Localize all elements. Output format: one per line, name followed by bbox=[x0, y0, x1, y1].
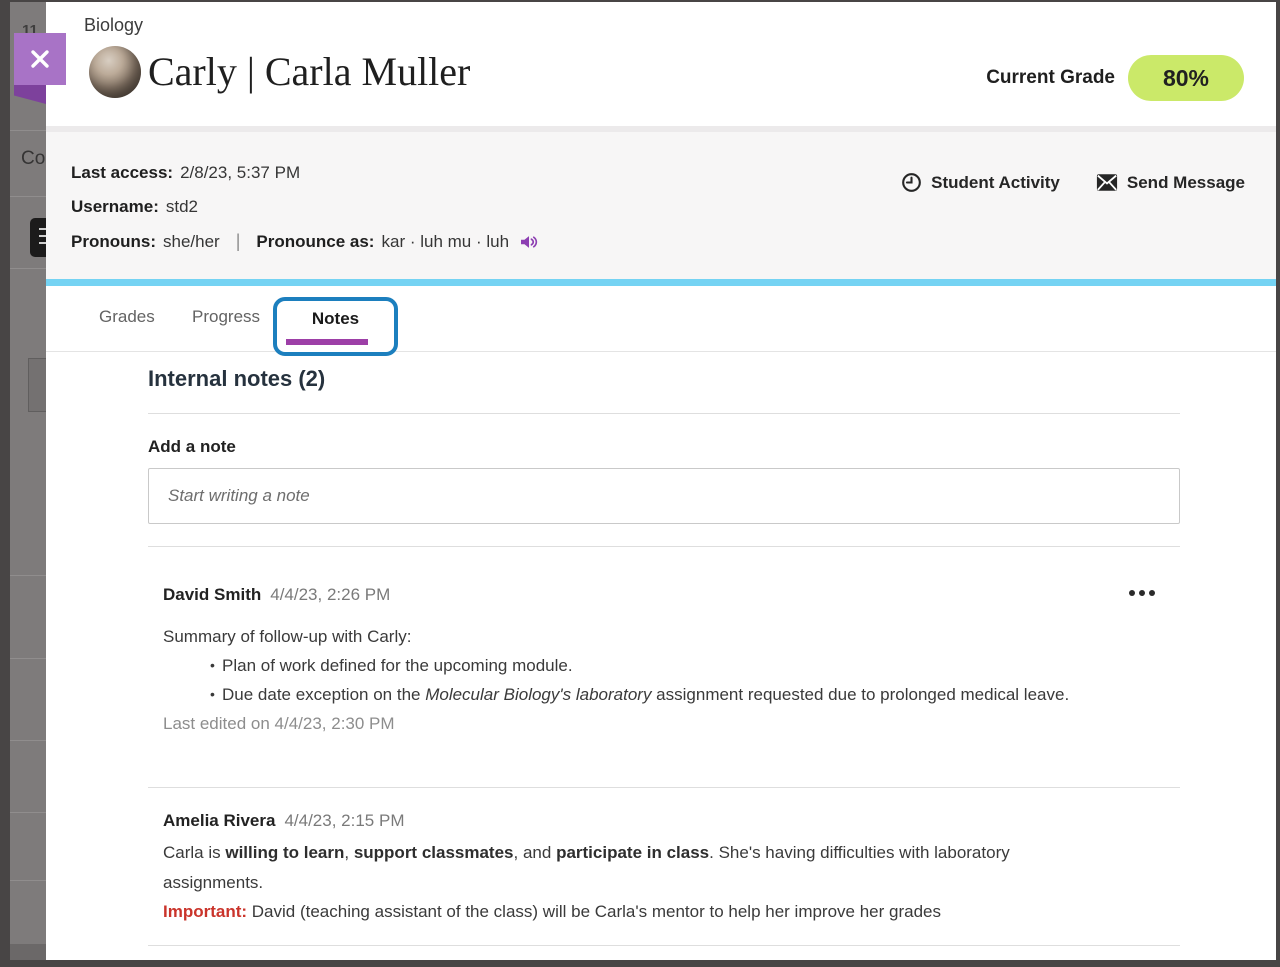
note-bullet-list: • Plan of work defined for the upcoming … bbox=[163, 651, 1069, 709]
username-value: std2 bbox=[166, 197, 198, 217]
note-bullet-item: • Plan of work defined for the upcoming … bbox=[163, 651, 1069, 680]
note-options-button[interactable] bbox=[1125, 586, 1159, 600]
screen: 11 Co Biology Carly | Carla Muller Curre… bbox=[0, 0, 1280, 967]
note-text: Due date exception on the bbox=[222, 685, 425, 704]
username-row: Username: std2 bbox=[71, 197, 198, 217]
pronouns-row: Pronouns: she/her | Pronounce as: kar · … bbox=[71, 231, 539, 252]
note-text: assignment requested due to prolonged me… bbox=[651, 685, 1069, 704]
envelope-icon bbox=[1096, 173, 1118, 192]
background-divider bbox=[10, 740, 46, 741]
close-icon bbox=[28, 47, 52, 71]
divider bbox=[148, 546, 1180, 547]
student-avatar bbox=[89, 46, 141, 98]
background-divider bbox=[10, 268, 46, 269]
background-divider bbox=[10, 812, 46, 813]
note-timestamp: 4/4/23, 2:26 PM bbox=[270, 585, 390, 604]
last-access-row: Last access: 2/8/23, 5:37 PM bbox=[71, 163, 300, 183]
background-input-edge bbox=[28, 358, 46, 412]
section-accent-bar bbox=[46, 279, 1276, 286]
student-info-band: Last access: 2/8/23, 5:37 PM Username: s… bbox=[46, 132, 1276, 279]
current-grade-label: Current Grade bbox=[986, 67, 1115, 89]
close-panel-button[interactable] bbox=[14, 33, 66, 85]
note-author: David Smith bbox=[163, 585, 261, 604]
last-access-label: Last access: bbox=[71, 163, 173, 183]
speaker-icon bbox=[518, 232, 539, 252]
divider bbox=[148, 945, 1180, 946]
pronouns-label: Pronouns: bbox=[71, 232, 156, 252]
send-message-label: Send Message bbox=[1127, 173, 1245, 193]
bullet-glyph: • bbox=[210, 680, 215, 709]
pronounce-label: Pronounce as: bbox=[256, 232, 374, 252]
note-text-bold: support classmates bbox=[354, 843, 514, 862]
note-bullet-item: • Due date exception on the Molecular Bi… bbox=[163, 680, 1069, 709]
notes-tab-content: Internal notes (2) Add a note David Smit… bbox=[46, 352, 1276, 960]
note-text: Carla is willing to learn, support class… bbox=[163, 838, 1108, 897]
background-divider bbox=[10, 658, 46, 659]
tab-bar: Grades Progress Notes bbox=[46, 286, 1276, 352]
separator: | bbox=[236, 231, 241, 252]
background-partial-text: Co bbox=[21, 148, 45, 170]
note-text-bold: participate in class bbox=[556, 843, 709, 862]
note-author: Amelia Rivera bbox=[163, 811, 275, 830]
bullet-glyph: • bbox=[210, 651, 215, 680]
panel-header: Biology Carly | Carla Muller Current Gra… bbox=[46, 2, 1276, 126]
dimmed-background-page: 11 Co bbox=[10, 2, 46, 960]
tab-notes[interactable]: Notes bbox=[273, 297, 398, 356]
menu-icon bbox=[30, 218, 46, 257]
grade-pill: 80% bbox=[1128, 55, 1244, 101]
note-header: David Smith 4/4/23, 2:26 PM bbox=[163, 585, 390, 605]
last-access-value: 2/8/23, 5:37 PM bbox=[180, 163, 300, 183]
current-grade: Current Grade 80% bbox=[986, 55, 1244, 101]
note-text: Plan of work defined for the upcoming mo… bbox=[222, 656, 573, 675]
background-divider bbox=[10, 575, 46, 576]
pronounce-value: kar · luh mu · luh bbox=[381, 232, 509, 252]
student-name-title: Carly | Carla Muller bbox=[148, 44, 470, 100]
student-activity-label: Student Activity bbox=[931, 173, 1060, 193]
send-message-button[interactable]: Send Message bbox=[1096, 172, 1245, 193]
pronouns-value: she/her bbox=[163, 232, 220, 252]
student-detail-panel: Biology Carly | Carla Muller Current Gra… bbox=[46, 2, 1276, 960]
note-text: Important: David (teaching assistant of … bbox=[163, 897, 1108, 927]
add-note-label: Add a note bbox=[148, 437, 236, 457]
background-divider bbox=[10, 196, 46, 197]
note-text-italic: Molecular Biology's laboratory bbox=[425, 685, 651, 704]
divider bbox=[148, 787, 1180, 788]
note-header: Amelia Rivera 4/4/23, 2:15 PM bbox=[163, 811, 404, 831]
active-tab-underline bbox=[286, 339, 368, 345]
note-body: Carla is willing to learn, support class… bbox=[163, 838, 1108, 927]
tab-notes-label: Notes bbox=[277, 309, 394, 329]
note-last-edited: Last edited on 4/4/23, 2:30 PM bbox=[163, 709, 1069, 738]
tab-progress[interactable]: Progress bbox=[192, 307, 260, 327]
note-timestamp: 4/4/23, 2:15 PM bbox=[284, 811, 404, 830]
note-text: Summary of follow-up with Carly: bbox=[163, 622, 1069, 651]
header-actions: Student Activity Send Message bbox=[901, 172, 1245, 193]
background-divider bbox=[10, 130, 46, 131]
pronounce-audio-button[interactable] bbox=[518, 232, 539, 252]
note-body: Summary of follow-up with Carly: • Plan … bbox=[163, 622, 1069, 738]
student-activity-button[interactable]: Student Activity bbox=[901, 172, 1060, 193]
tab-grades[interactable]: Grades bbox=[99, 307, 155, 327]
internal-notes-heading: Internal notes (2) bbox=[148, 366, 325, 392]
note-text-bold: willing to learn bbox=[225, 843, 344, 862]
note-input[interactable] bbox=[148, 468, 1180, 524]
background-footer-strip bbox=[10, 944, 46, 960]
clock-icon bbox=[901, 172, 922, 193]
username-label: Username: bbox=[71, 197, 159, 217]
divider bbox=[148, 413, 1180, 414]
course-name: Biology bbox=[84, 15, 143, 36]
important-label: Important: bbox=[163, 902, 247, 921]
background-divider bbox=[10, 880, 46, 881]
